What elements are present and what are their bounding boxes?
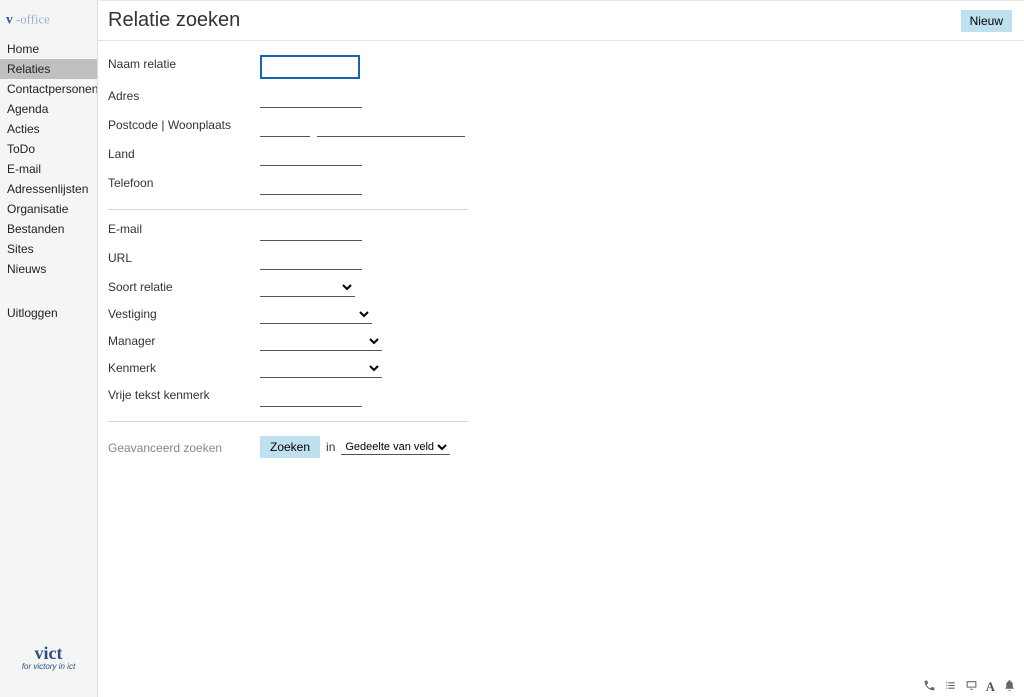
sidebar: v -office Home Relaties Contactpersonen … (0, 0, 98, 697)
vendor-brand: vict for victory in ict (0, 629, 97, 697)
bell-icon[interactable] (1003, 679, 1016, 695)
status-bar: A (915, 677, 1024, 697)
label-in: in (326, 440, 335, 454)
page-title: Relatie zoeken (108, 9, 240, 32)
label-land: Land (108, 145, 260, 161)
label-url: URL (108, 249, 260, 265)
input-adres[interactable] (260, 87, 362, 108)
monitor-icon[interactable] (965, 679, 978, 695)
label-soort-relatie: Soort relatie (108, 278, 260, 294)
main-nav: Home Relaties Contactpersonen Agenda Act… (0, 39, 97, 323)
select-kenmerk[interactable] (260, 359, 382, 378)
label-adres: Adres (108, 87, 260, 103)
input-woonplaats[interactable] (317, 116, 465, 137)
nav-uitloggen[interactable]: Uitloggen (0, 303, 97, 323)
nav-relaties[interactable]: Relaties (0, 59, 97, 79)
input-land[interactable] (260, 145, 362, 166)
nav-todo[interactable]: ToDo (0, 139, 97, 159)
nav-sites[interactable]: Sites (0, 239, 97, 259)
label-manager: Manager (108, 332, 260, 348)
select-vestiging[interactable] (260, 305, 372, 324)
nav-home[interactable]: Home (0, 39, 97, 59)
new-button[interactable]: Nieuw (961, 10, 1012, 32)
nav-agenda[interactable]: Agenda (0, 99, 97, 119)
label-postcode-woonplaats: Postcode | Woonplaats (108, 116, 260, 132)
nav-adressenlijsten[interactable]: Adressenlijsten (0, 179, 97, 199)
divider-2 (108, 421, 468, 422)
search-form: Naam relatie Adres Postcode | Woonplaats… (98, 41, 578, 458)
input-email[interactable] (260, 220, 362, 241)
nav-contactpersonen[interactable]: Contactpersonen (0, 79, 97, 99)
svg-text:-office: -office (16, 13, 50, 27)
label-advanced[interactable]: Geavanceerd zoeken (108, 439, 260, 455)
list-icon[interactable] (944, 679, 957, 695)
nav-nieuws[interactable]: Nieuws (0, 259, 97, 279)
search-button[interactable]: Zoeken (260, 436, 320, 458)
input-vrije-tekst-kenmerk[interactable] (260, 386, 362, 407)
select-search-scope[interactable]: Gedeelte van veld (341, 440, 450, 455)
font-size-icon[interactable]: A (986, 679, 995, 695)
app-logo: v -office (0, 0, 97, 39)
main-content: Relatie zoeken Nieuw Naam relatie Adres … (98, 0, 1024, 697)
phone-icon[interactable] (923, 679, 936, 695)
nav-email[interactable]: E-mail (0, 159, 97, 179)
input-url[interactable] (260, 249, 362, 270)
svg-text:v: v (6, 12, 13, 27)
label-telefoon: Telefoon (108, 174, 260, 190)
label-email: E-mail (108, 220, 260, 236)
input-naam-relatie[interactable] (260, 55, 360, 79)
vendor-tagline: for victory in ict (10, 662, 87, 671)
label-kenmerk: Kenmerk (108, 359, 260, 375)
select-soort-relatie[interactable] (260, 278, 355, 297)
vendor-name: vict (10, 643, 87, 664)
label-vrije-tekst-kenmerk: Vrije tekst kenmerk (108, 386, 260, 402)
label-naam-relatie: Naam relatie (108, 55, 260, 71)
nav-acties[interactable]: Acties (0, 119, 97, 139)
select-manager[interactable] (260, 332, 382, 351)
nav-organisatie[interactable]: Organisatie (0, 199, 97, 219)
label-vestiging: Vestiging (108, 305, 260, 321)
topbar: Relatie zoeken Nieuw (98, 0, 1024, 41)
input-telefoon[interactable] (260, 174, 362, 195)
nav-bestanden[interactable]: Bestanden (0, 219, 97, 239)
divider-1 (108, 209, 468, 210)
input-postcode[interactable] (260, 116, 310, 137)
